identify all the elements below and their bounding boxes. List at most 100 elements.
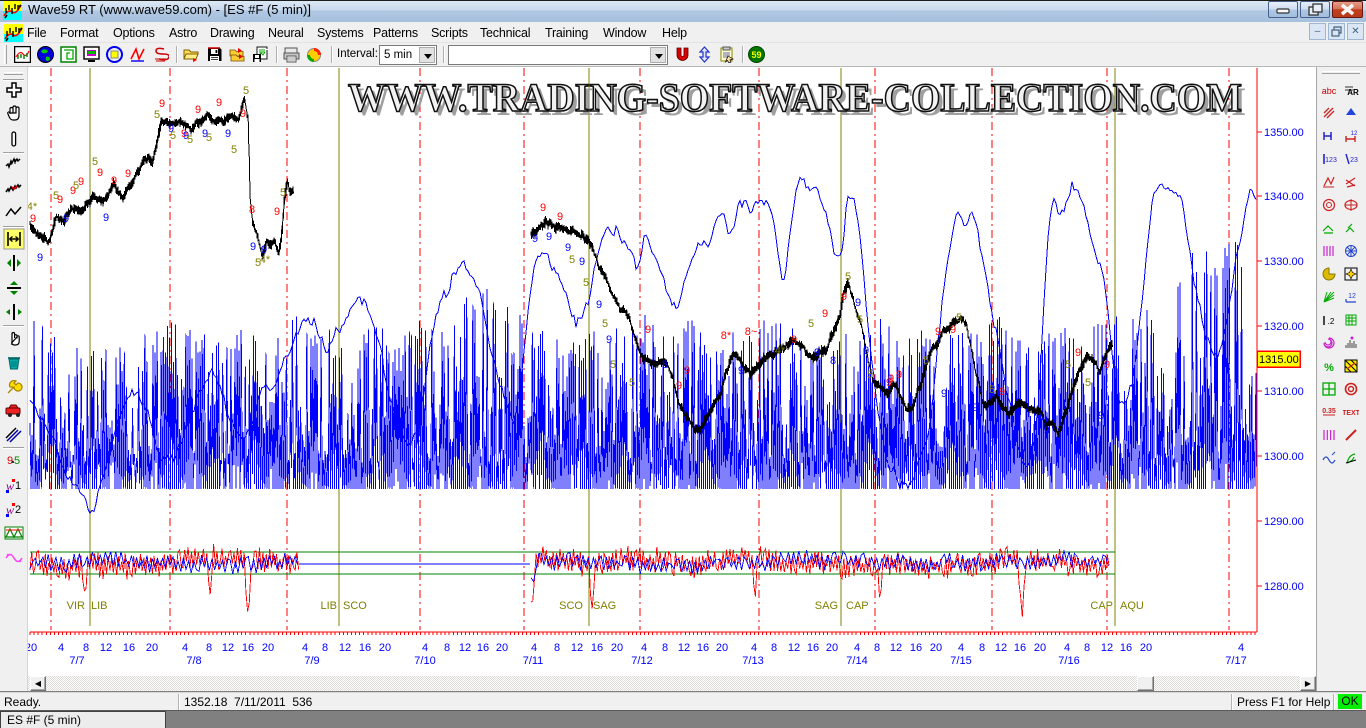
svg-text:7/14: 7/14 xyxy=(846,655,867,667)
svg-text:12: 12 xyxy=(571,642,583,654)
svg-text:20: 20 xyxy=(1034,642,1046,654)
svg-text:7/11: 7/11 xyxy=(523,655,544,667)
svg-text:5: 5 xyxy=(206,132,212,144)
svg-text:5: 5 xyxy=(280,187,286,199)
svg-text:12: 12 xyxy=(890,642,902,654)
svg-text:9: 9 xyxy=(565,242,571,254)
svg-text:1320.00: 1320.00 xyxy=(1264,321,1304,333)
svg-text:LIB: LIB xyxy=(91,600,108,612)
svg-text:20: 20 xyxy=(262,642,274,654)
svg-text:20: 20 xyxy=(930,642,942,654)
svg-text:12: 12 xyxy=(339,642,351,654)
svg-text:9: 9 xyxy=(596,299,602,311)
svg-text:9: 9 xyxy=(579,256,585,268)
svg-text:9: 9 xyxy=(159,98,165,110)
svg-text:1340.00: 1340.00 xyxy=(1264,191,1304,203)
svg-text:5: 5 xyxy=(231,144,237,156)
svg-text:4: 4 xyxy=(751,642,757,654)
svg-text:9: 9 xyxy=(111,175,117,187)
svg-text:8~: 8~ xyxy=(745,326,758,338)
svg-text:9: 9 xyxy=(37,252,43,264)
svg-text:16: 16 xyxy=(591,642,603,654)
svg-text:8: 8 xyxy=(444,642,450,654)
svg-text:TEXT: TEXT xyxy=(1343,410,1359,417)
svg-text:8: 8 xyxy=(771,642,777,654)
svg-text:12: 12 xyxy=(678,642,690,654)
svg-text:4: 4 xyxy=(58,642,64,654)
svg-text:9: 9 xyxy=(63,213,69,225)
svg-text:9: 9 xyxy=(540,202,546,214)
svg-text:8: 8 xyxy=(830,355,836,367)
svg-text:20: 20 xyxy=(496,642,508,654)
svg-text:5: 5 xyxy=(808,318,814,330)
svg-text:7/13: 7/13 xyxy=(742,655,763,667)
svg-text:20: 20 xyxy=(1140,642,1152,654)
svg-text:9: 9 xyxy=(791,334,797,346)
svg-text:SAG: SAG xyxy=(815,600,838,612)
svg-text:7/16: 7/16 xyxy=(1058,655,1079,667)
svg-text:1315.00: 1315.00 xyxy=(1259,354,1299,366)
svg-text:9: 9 xyxy=(999,386,1005,398)
svg-text:5: 5 xyxy=(154,109,160,121)
svg-text:1280.00: 1280.00 xyxy=(1264,581,1304,593)
svg-text:5: 5 xyxy=(569,254,575,266)
svg-text:1350.00: 1350.00 xyxy=(1264,127,1304,139)
svg-text:1330.00: 1330.00 xyxy=(1264,256,1304,268)
svg-text:9: 9 xyxy=(78,176,84,188)
svg-text:7/9: 7/9 xyxy=(304,655,319,667)
svg-text:5: 5 xyxy=(956,312,962,324)
svg-text:8: 8 xyxy=(874,642,880,654)
svg-text:VIR: VIR xyxy=(67,600,85,612)
svg-text:5: 5 xyxy=(845,271,851,283)
svg-text:9: 9 xyxy=(532,233,538,245)
svg-text:9: 9 xyxy=(935,326,941,338)
svg-text:2: 2 xyxy=(15,504,21,516)
svg-text:12: 12 xyxy=(222,642,234,654)
svg-text:8: 8 xyxy=(662,642,668,654)
svg-text:8: 8 xyxy=(249,204,255,216)
svg-text:12: 12 xyxy=(1351,131,1358,137)
svg-text:5: 5 xyxy=(629,377,635,389)
svg-text:9: 9 xyxy=(606,334,612,346)
svg-text:9: 9 xyxy=(57,194,63,206)
svg-text:9: 9 xyxy=(855,297,861,309)
svg-text:16: 16 xyxy=(807,642,819,654)
svg-text:9: 9 xyxy=(30,213,36,225)
svg-text:7/8: 7/8 xyxy=(186,655,201,667)
svg-text:1: 1 xyxy=(15,480,21,492)
svg-text:%: % xyxy=(1324,362,1334,374)
svg-text:9: 9 xyxy=(941,388,947,400)
svg-text:8: 8 xyxy=(662,359,668,371)
svg-text:9: 9 xyxy=(888,373,894,385)
svg-text:9: 9 xyxy=(1075,347,1081,359)
svg-text:9: 9 xyxy=(822,308,828,320)
svg-text:20: 20 xyxy=(28,642,37,654)
svg-text:7/10: 7/10 xyxy=(414,655,435,667)
svg-text:4: 4 xyxy=(1238,642,1244,654)
svg-text:7/12: 7/12 xyxy=(631,655,652,667)
svg-text:9: 9 xyxy=(896,369,902,381)
svg-text:9: 9 xyxy=(645,324,651,336)
svg-text:9: 9 xyxy=(274,206,280,218)
svg-text:9: 9 xyxy=(950,324,956,336)
svg-text:8: 8 xyxy=(83,642,89,654)
svg-text:4: 4 xyxy=(1064,642,1070,654)
svg-text:8: 8 xyxy=(322,642,328,654)
svg-text:5: 5 xyxy=(187,134,193,146)
svg-text:9: 9 xyxy=(195,104,201,116)
svg-text:23: 23 xyxy=(1350,157,1358,164)
svg-text:1290.00: 1290.00 xyxy=(1264,516,1304,528)
svg-text:20: 20 xyxy=(611,642,623,654)
svg-text:9: 9 xyxy=(557,211,563,223)
svg-text:9: 9 xyxy=(684,365,690,377)
svg-text:4: 4 xyxy=(531,642,537,654)
svg-text:8: 8 xyxy=(554,642,560,654)
svg-text:4: 4 xyxy=(422,642,428,654)
svg-text:5: 5 xyxy=(1085,377,1091,389)
svg-text:4: 4 xyxy=(958,642,964,654)
svg-text:0.35: 0.35 xyxy=(1322,408,1336,415)
svg-text:5: 5 xyxy=(583,277,589,289)
svg-text:16: 16 xyxy=(123,642,135,654)
svg-text:5: 5 xyxy=(602,318,608,330)
svg-text:7/17: 7/17 xyxy=(1225,655,1246,667)
